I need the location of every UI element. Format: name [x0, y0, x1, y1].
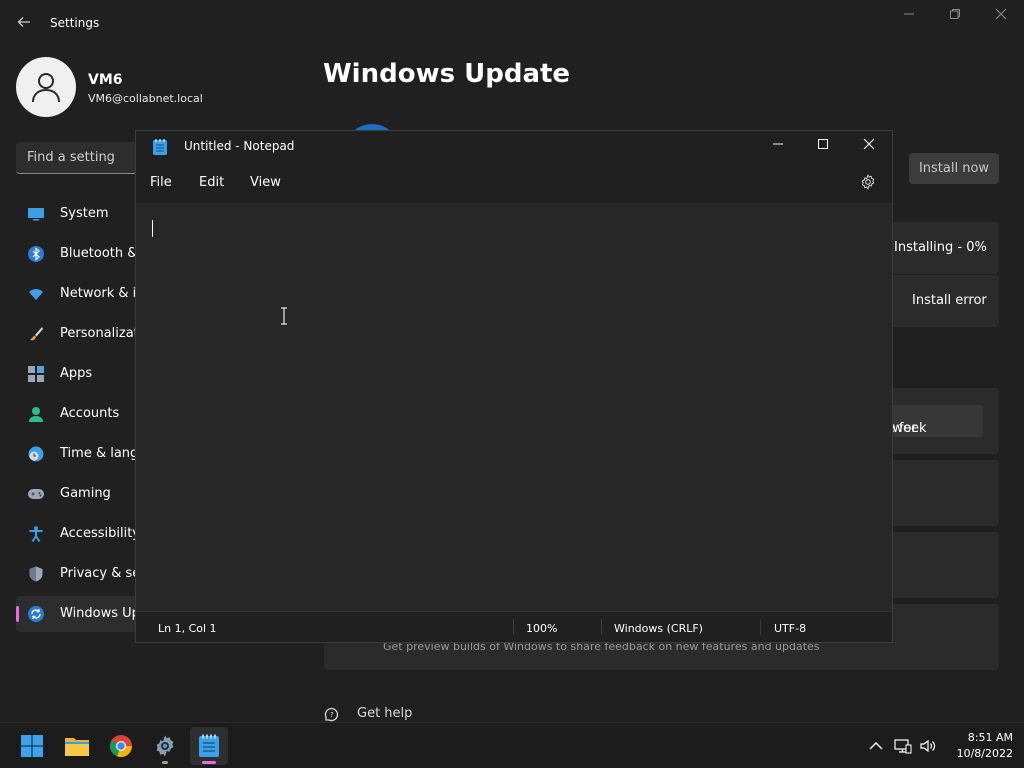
- wifi-icon: [29, 289, 43, 300]
- volume-icon[interactable]: [919, 737, 937, 755]
- monitor-icon: [28, 208, 44, 221]
- sidebar-item-label: System: [60, 206, 109, 221]
- start-button[interactable]: [13, 727, 51, 765]
- maximize-icon[interactable]: [811, 135, 835, 157]
- ibeam-cursor-icon: [281, 307, 287, 325]
- shield-icon: [29, 566, 43, 582]
- running-indicator: [202, 761, 216, 764]
- settings-icon: [156, 735, 174, 757]
- selection-indicator: [16, 606, 19, 622]
- sidebar-item-label: Accounts: [60, 406, 120, 421]
- start-icon: [21, 735, 43, 757]
- taskbar-settings[interactable]: [146, 727, 184, 765]
- menu-view[interactable]: View: [250, 175, 281, 190]
- profile-email: VM6@collabnet.local: [88, 92, 203, 105]
- bluetooth-icon: [28, 246, 44, 262]
- notepad-menubar: File Edit View: [136, 161, 892, 203]
- search-placeholder: Find a setting: [27, 150, 115, 165]
- sidebar-item-label: Accessibility: [60, 526, 140, 541]
- help-icon: ?: [324, 707, 339, 722]
- notepad-statusbar: Ln 1, Col 1 100% Windows (CRLF) UTF-8: [136, 611, 892, 642]
- get-help-link[interactable]: Get help: [357, 706, 412, 721]
- menu-edit[interactable]: Edit: [199, 175, 224, 190]
- line-ending: Windows (CRLF): [614, 622, 703, 635]
- desktop: Settings VM6 VM6@collabnet.local Find a …: [0, 0, 1024, 768]
- settings-titlebar: Settings: [0, 0, 1024, 48]
- notepad-window: Untitled - Notepad File Edit View Ln 1, …: [135, 130, 893, 643]
- status-divider: [601, 619, 602, 635]
- restore-icon[interactable]: [943, 8, 967, 26]
- pause-updates-button[interactable]: se for 1 week: [880, 405, 983, 437]
- file-explorer-icon: [65, 738, 89, 756]
- close-icon[interactable]: [857, 135, 881, 157]
- menu-file[interactable]: File: [150, 175, 172, 190]
- status-divider: [760, 619, 761, 635]
- avatar[interactable]: [16, 57, 76, 117]
- chevron-up-icon[interactable]: [867, 737, 885, 755]
- profile-name: VM6: [88, 72, 123, 88]
- minimize-icon[interactable]: [766, 135, 790, 157]
- taskbar-file-explorer[interactable]: [58, 727, 96, 765]
- text-editor[interactable]: [136, 203, 892, 611]
- taskbar-chrome[interactable]: [102, 727, 140, 765]
- update-error-text: Install error: [912, 293, 987, 308]
- update-status-text: Installing - 0%: [894, 240, 987, 255]
- notepad-icon: [153, 139, 167, 155]
- text-caret: [152, 220, 153, 237]
- chrome-icon: [109, 735, 133, 758]
- accessibility-icon: [29, 526, 43, 542]
- install-now-button[interactable]: Install now: [909, 153, 999, 184]
- notepad-titlebar[interactable]: Untitled - Notepad: [136, 131, 892, 161]
- sidebar-item-label: Gaming: [60, 486, 111, 501]
- svg-text:?: ?: [330, 711, 334, 719]
- settings-app-title: Settings: [50, 16, 100, 30]
- encoding: UTF-8: [774, 622, 807, 635]
- sidebar-item-label: Apps: [60, 366, 93, 381]
- person-icon: [32, 73, 60, 103]
- status-divider: [513, 619, 514, 635]
- minimize-icon[interactable]: [897, 8, 921, 26]
- clock-time[interactable]: 8:51 AM: [945, 731, 1013, 744]
- notepad-title: Untitled - Notepad: [184, 139, 295, 153]
- close-icon[interactable]: [989, 8, 1013, 26]
- zoom-level: 100%: [526, 622, 558, 635]
- network-icon[interactable]: [894, 737, 912, 755]
- gear-icon[interactable]: [860, 174, 876, 190]
- cursor-position: Ln 1, Col 1: [158, 622, 217, 635]
- sync-icon: [28, 606, 44, 622]
- clock-date[interactable]: 10/8/2022: [945, 747, 1013, 760]
- taskbar: 8:51 AM 10/8/2022: [0, 722, 1024, 768]
- apps-icon: [28, 366, 44, 382]
- page-title: Windows Update: [323, 59, 571, 89]
- taskbar-notepad[interactable]: [190, 727, 228, 765]
- clock-globe-icon: [28, 446, 44, 462]
- running-indicator: [162, 761, 168, 764]
- gamepad-icon: [28, 489, 44, 499]
- person-icon: [29, 407, 43, 422]
- brush-icon: [30, 327, 43, 341]
- notepad-icon: [199, 734, 219, 757]
- back-arrow-icon[interactable]: [14, 14, 34, 34]
